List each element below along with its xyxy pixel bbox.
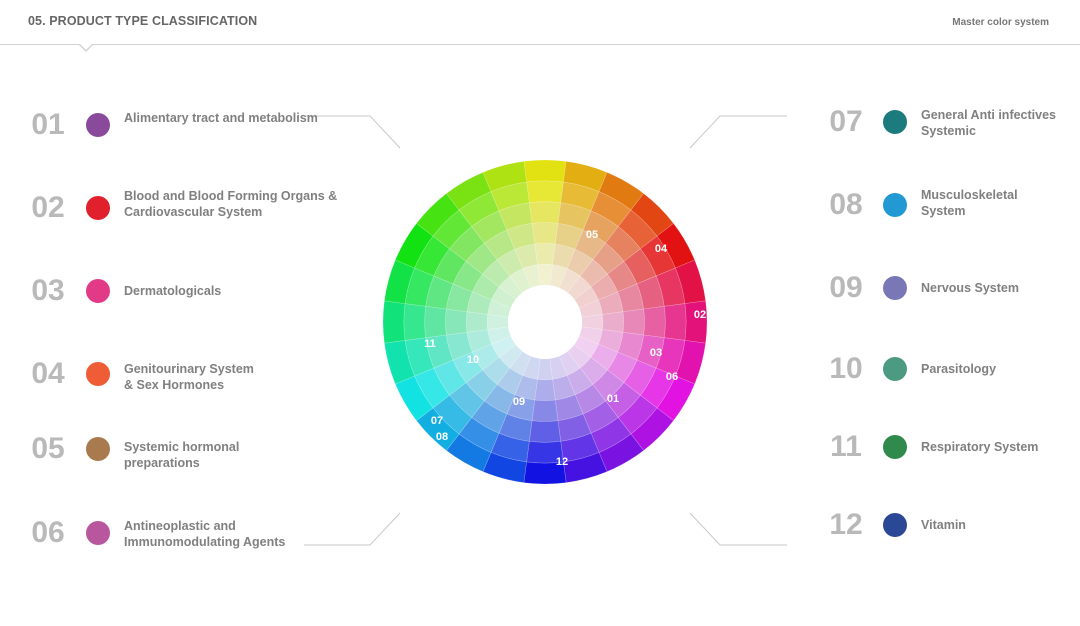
color-wheel-center xyxy=(508,285,582,359)
category-number: 10 xyxy=(829,352,863,385)
wheel-segment xyxy=(684,300,708,344)
category-number: 09 xyxy=(829,271,863,304)
wheel-segment xyxy=(528,420,562,443)
wheel-segment xyxy=(403,303,427,341)
color-wheel: 05 04 02 03 06 01 12 09 08 07 10 11 xyxy=(382,159,708,485)
category-label: Systemic hormonal preparations xyxy=(124,440,240,470)
wheel-segment xyxy=(382,300,406,344)
category-color-dot xyxy=(883,435,907,459)
connector-top-right xyxy=(689,115,787,149)
wheel-label-01: 01 xyxy=(607,393,619,405)
category-label: Blood and Blood Forming Organs & Cardiov… xyxy=(124,189,338,219)
wheel-segment xyxy=(466,311,488,333)
category-label: Parasitology xyxy=(921,362,997,376)
category-color-dot xyxy=(86,279,110,303)
category-label: Nervous System xyxy=(921,281,1019,295)
category-number: 01 xyxy=(31,108,65,141)
wheel-segment xyxy=(663,303,687,341)
wheel-label-02: 02 xyxy=(694,309,706,321)
wheel-label-04: 04 xyxy=(655,243,668,255)
category-color-dot xyxy=(883,110,907,134)
category-label: Dermatologicals xyxy=(124,284,222,298)
wheel-label-05: 05 xyxy=(586,229,598,241)
category-color-dot xyxy=(86,521,110,545)
category-number: 04 xyxy=(31,357,65,390)
wheel-segment xyxy=(445,308,468,336)
category-number: 02 xyxy=(31,191,65,224)
category-label: Vitamin xyxy=(921,518,966,532)
wheel-segment xyxy=(534,379,556,401)
category-color-dot xyxy=(86,437,110,461)
category-color-dot xyxy=(86,113,110,137)
wheel-label-06: 06 xyxy=(666,371,678,383)
wheel-label-11: 11 xyxy=(424,338,436,350)
category-label: Musculoskeletal System xyxy=(921,188,1018,218)
wheel-segment xyxy=(643,305,666,339)
wheel-label-08: 08 xyxy=(436,431,448,443)
category-color-dot xyxy=(86,362,110,386)
wheel-segment xyxy=(424,305,447,339)
wheel-label-03: 03 xyxy=(650,347,662,359)
wheel-segment xyxy=(602,311,624,333)
category-number: 11 xyxy=(830,430,862,463)
wheel-segment xyxy=(622,308,645,336)
wheel-label-07: 07 xyxy=(431,415,443,427)
category-label: Genitourinary System & Sex Hormones xyxy=(124,362,254,392)
category-label: Respiratory System xyxy=(921,440,1039,454)
category-number: 12 xyxy=(829,508,863,541)
category-color-dot xyxy=(883,276,907,300)
category-color-dot xyxy=(883,193,907,217)
category-label: General Anti infectives Systemic xyxy=(921,108,1056,138)
wheel-label-12: 12 xyxy=(556,456,568,468)
wheel-segment xyxy=(523,159,567,183)
category-number: 07 xyxy=(829,105,863,138)
category-number: 03 xyxy=(31,274,65,307)
wheel-segment xyxy=(531,222,559,245)
category-number: 05 xyxy=(31,432,65,465)
wheel-segment xyxy=(528,201,562,224)
wheel-label-10: 10 xyxy=(467,354,479,366)
category-color-dot xyxy=(883,513,907,537)
wheel-segment xyxy=(526,180,564,204)
wheel-segment xyxy=(531,399,559,422)
category-number: 08 xyxy=(829,188,863,221)
connector-bottom-right xyxy=(689,512,787,546)
wheel-label-09: 09 xyxy=(513,396,525,408)
category-color-dot xyxy=(86,196,110,220)
category-number: 06 xyxy=(31,516,65,549)
wheel-segment xyxy=(534,243,556,265)
category-color-dot xyxy=(883,357,907,381)
category-label: Alimentary tract and metabolism xyxy=(124,111,318,125)
connector-bottom-left xyxy=(304,512,401,546)
category-label: Antineoplastic and Immunomodulating Agen… xyxy=(124,519,286,549)
